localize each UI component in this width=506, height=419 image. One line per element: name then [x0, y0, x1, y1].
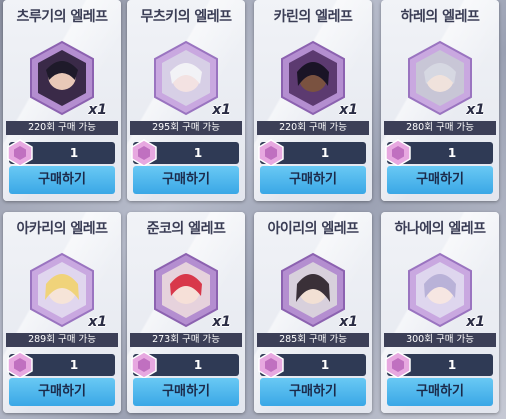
buy-button[interactable]: 구매하기	[387, 166, 493, 194]
price-bar: 1	[7, 351, 115, 379]
shop-item-card[interactable]: 카린의 엘레프 x1 220회 구매 가능 1 구매하기	[254, 0, 372, 201]
shop-item-card[interactable]: 아카리의 엘레프 x1 289회 구매 가능 1 구매하기	[3, 212, 121, 413]
elef-emblem-icon	[281, 252, 345, 328]
shop-item-card[interactable]: 무츠키의 엘레프 x1 295회 구매 가능 1 구매하기	[127, 0, 245, 201]
currency-ticket-icon	[131, 351, 157, 379]
purchase-limit: 280회 구매 가능	[384, 121, 496, 135]
price-value: 1	[193, 146, 203, 160]
purchase-limit: 220회 구매 가능	[6, 121, 118, 135]
elef-emblem-icon	[281, 40, 345, 116]
item-title: 하나에의 엘레프	[394, 221, 486, 237]
currency-ticket-icon	[258, 139, 284, 167]
buy-button[interactable]: 구매하기	[260, 378, 366, 406]
currency-ticket-icon	[131, 139, 157, 167]
purchase-limit: 295회 구매 가능	[130, 121, 242, 135]
elef-emblem-icon	[408, 252, 472, 328]
price-value: 1	[447, 358, 457, 372]
price-bar: 1	[131, 351, 239, 379]
item-quantity: x1	[88, 102, 107, 118]
item-quantity: x1	[212, 314, 231, 330]
price-bar: 1	[258, 139, 366, 167]
buy-button[interactable]: 구매하기	[133, 166, 239, 194]
currency-ticket-icon	[258, 351, 284, 379]
item-title: 무츠키의 엘레프	[140, 9, 232, 25]
buy-button[interactable]: 구매하기	[387, 378, 493, 406]
item-title: 아이리의 엘레프	[267, 221, 359, 237]
price-bar: 1	[7, 139, 115, 167]
shop-item-card[interactable]: 하나에의 엘레프 x1 300회 구매 가능 1 구매하기	[381, 212, 499, 413]
elef-emblem-icon	[408, 40, 472, 116]
purchase-limit: 220회 구매 가능	[257, 121, 369, 135]
elef-emblem-icon	[30, 40, 94, 116]
price-bar: 1	[385, 351, 493, 379]
buy-button[interactable]: 구매하기	[9, 166, 115, 194]
item-title: 츠루기의 엘레프	[16, 9, 108, 25]
purchase-limit: 300회 구매 가능	[384, 333, 496, 347]
currency-ticket-icon	[7, 139, 33, 167]
buy-button[interactable]: 구매하기	[133, 378, 239, 406]
item-title: 카린의 엘레프	[273, 9, 353, 25]
currency-ticket-icon	[7, 351, 33, 379]
item-quantity: x1	[88, 314, 107, 330]
item-quantity: x1	[339, 102, 358, 118]
buy-button[interactable]: 구매하기	[9, 378, 115, 406]
shop-item-card[interactable]: 아이리의 엘레프 x1 285회 구매 가능 1 구매하기	[254, 212, 372, 413]
item-title: 준코의 엘레프	[146, 221, 226, 237]
purchase-limit: 289회 구매 가능	[6, 333, 118, 347]
currency-ticket-icon	[385, 139, 411, 167]
price-value: 1	[193, 358, 203, 372]
item-title: 아카리의 엘레프	[16, 221, 108, 237]
shop-item-card[interactable]: 하레의 엘레프 x1 280회 구매 가능 1 구매하기	[381, 0, 499, 201]
purchase-limit: 273회 구매 가능	[130, 333, 242, 347]
item-quantity: x1	[466, 314, 485, 330]
purchase-limit: 285회 구매 가능	[257, 333, 369, 347]
shop-item-card[interactable]: 츠루기의 엘레프 x1 220회 구매 가능 1 구매하기	[3, 0, 121, 201]
price-bar: 1	[258, 351, 366, 379]
price-value: 1	[447, 146, 457, 160]
currency-ticket-icon	[385, 351, 411, 379]
elef-emblem-icon	[154, 252, 218, 328]
elef-emblem-icon	[30, 252, 94, 328]
item-quantity: x1	[466, 102, 485, 118]
item-quantity: x1	[212, 102, 231, 118]
item-quantity: x1	[339, 314, 358, 330]
price-bar: 1	[385, 139, 493, 167]
item-title: 하레의 엘레프	[400, 9, 480, 25]
price-value: 1	[69, 146, 79, 160]
price-value: 1	[320, 146, 330, 160]
elef-emblem-icon	[154, 40, 218, 116]
price-value: 1	[320, 358, 330, 372]
price-value: 1	[69, 358, 79, 372]
buy-button[interactable]: 구매하기	[260, 166, 366, 194]
price-bar: 1	[131, 139, 239, 167]
shop-item-grid: 츠루기의 엘레프 x1 220회 구매 가능 1 구매하기 무츠키의 엘레프 x…	[0, 0, 506, 419]
shop-item-card[interactable]: 준코의 엘레프 x1 273회 구매 가능 1 구매하기	[127, 212, 245, 413]
